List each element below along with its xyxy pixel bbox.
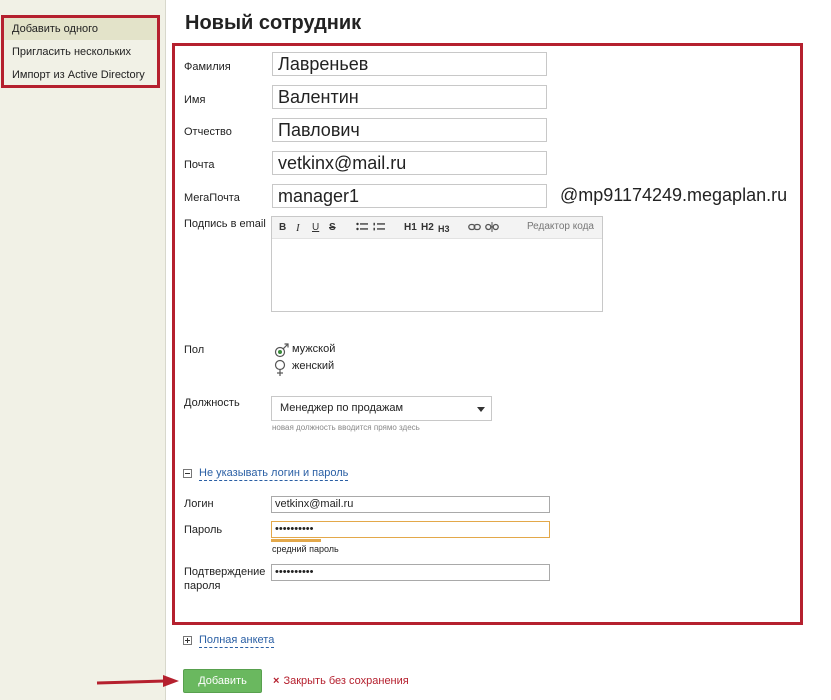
sidebar-item-add-one[interactable]: Добавить одного (4, 18, 157, 40)
login-toggle-label: Не указывать логин и пароль (199, 467, 349, 481)
megapochta-input[interactable]: manager1 (272, 184, 547, 208)
strike-button[interactable]: S (329, 221, 336, 235)
gender-male-label: мужской (292, 343, 336, 355)
last-name-label: Фамилия (184, 61, 231, 73)
password-input[interactable]: •••••••••• (271, 521, 550, 538)
male-symbol-icon (274, 343, 289, 358)
bold-button[interactable]: B (279, 221, 286, 235)
sidebar-item-invite-several[interactable]: Пригласить нескольких (4, 41, 157, 63)
email-input[interactable]: vetkinx@mail.ru (272, 151, 547, 175)
link-icon[interactable] (468, 222, 481, 237)
sidebar: Добавить одного Пригласить нескольких Им… (0, 0, 166, 700)
numbered-list-icon[interactable] (373, 222, 385, 237)
gender-label: Пол (184, 344, 205, 356)
patronymic-input[interactable]: Павлович (272, 118, 547, 142)
password-label: Пароль (184, 524, 223, 536)
underline-button[interactable]: U (312, 221, 319, 235)
bullet-list-icon[interactable] (356, 222, 368, 237)
password-confirm-label-line2: пароля (184, 580, 221, 592)
password-confirm-input[interactable]: •••••••••• (271, 564, 550, 581)
position-label: Должность (184, 397, 240, 409)
gender-female-label: женский (292, 360, 335, 372)
h3-button[interactable]: H3 (438, 222, 450, 236)
unlink-icon[interactable] (485, 222, 499, 237)
position-hint: новая должность вводится прямо здесь (272, 423, 420, 432)
signature-editor[interactable]: B I U S H1 H2 H3 Редактор кода (271, 216, 603, 312)
h1-button[interactable]: H1 (404, 221, 417, 235)
h2-button[interactable]: H2 (421, 221, 434, 235)
female-symbol-icon (274, 359, 286, 376)
add-button[interactable]: Добавить (183, 669, 262, 693)
full-profile-toggle-label: Полная анкета (199, 634, 275, 648)
email-label: Почта (184, 159, 215, 171)
password-confirm-label: Подтверждение пароля (184, 565, 265, 593)
code-editor-button[interactable]: Редактор кода (527, 221, 594, 232)
close-without-saving-link[interactable]: × Закрыть без сохранения (273, 675, 409, 687)
password-strength-bar (271, 539, 321, 542)
login-label: Логин (184, 498, 214, 510)
page-title: Новый сотрудник (185, 12, 362, 34)
chevron-down-icon (477, 407, 485, 412)
password-strength-label: средний пароль (272, 544, 339, 554)
position-value: Менеджер по продажам (280, 402, 404, 414)
login-input[interactable]: vetkinx@mail.ru (271, 496, 550, 513)
expand-icon (183, 636, 192, 645)
megapochta-label: МегаПочта (184, 192, 240, 204)
password-confirm-label-line1: Подтверждение (184, 566, 266, 578)
close-link-label: Закрыть без сохранения (283, 675, 409, 687)
arrow-pointer-icon (96, 675, 179, 687)
collapse-icon (183, 469, 192, 478)
first-name-input[interactable]: Валентин (272, 85, 547, 109)
sidebar-item-import-ad[interactable]: Импорт из Active Directory (4, 64, 157, 86)
italic-button[interactable]: I (296, 221, 300, 235)
close-icon: × (273, 675, 280, 687)
signature-label: Подпись в email (184, 218, 266, 230)
position-select[interactable]: Менеджер по продажам (271, 396, 492, 421)
last-name-input[interactable]: Лавреньев (272, 52, 547, 76)
patronymic-label: Отчество (184, 126, 232, 138)
add-employee-menu: Добавить одного Пригласить нескольких Им… (1, 15, 160, 88)
megapochta-domain: @mp91174249.megaplan.ru (560, 185, 788, 205)
editor-toolbar: B I U S H1 H2 H3 Редактор кода (272, 217, 602, 239)
first-name-label: Имя (184, 94, 206, 106)
